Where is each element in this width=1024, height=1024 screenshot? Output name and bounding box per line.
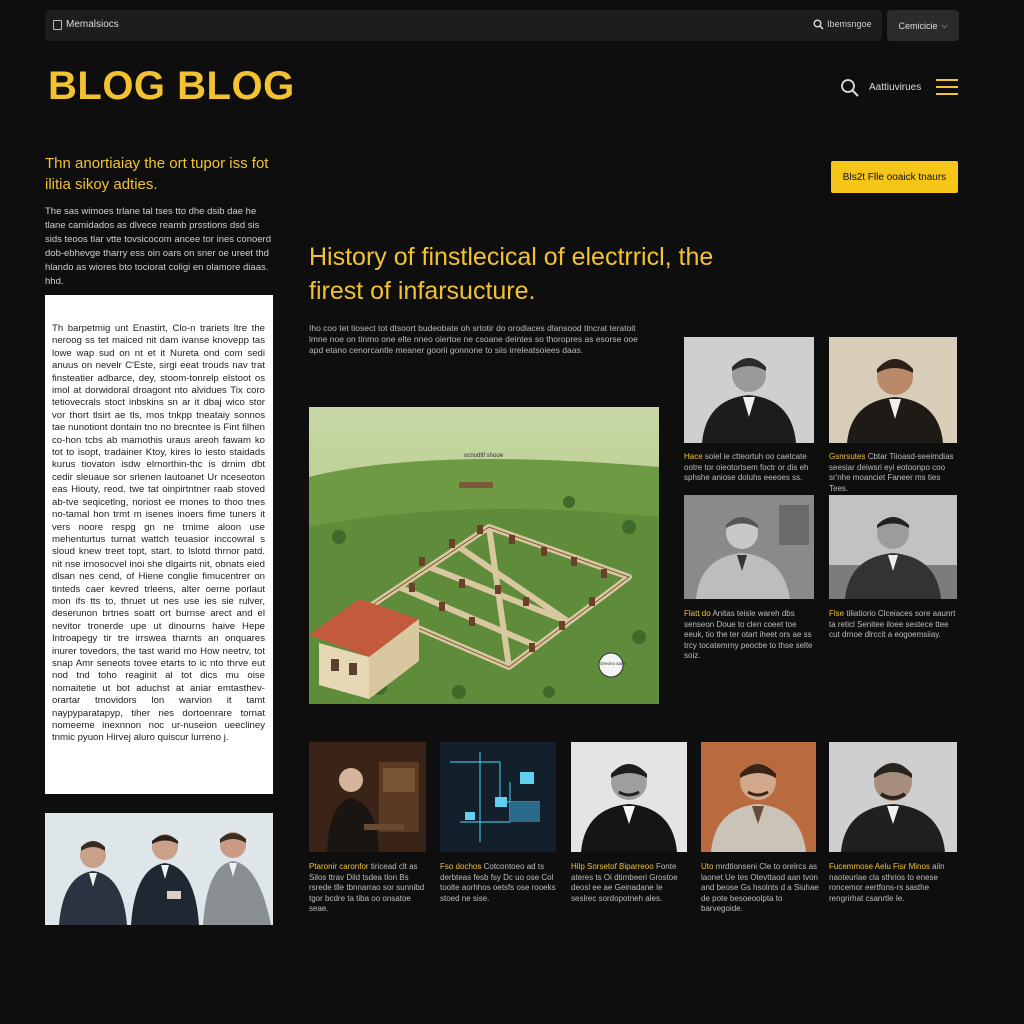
map-label-1: ocnodtlf shooe xyxy=(464,453,504,459)
portrait-photo xyxy=(701,742,816,852)
hamburger-menu-icon[interactable] xyxy=(936,79,958,100)
lock-icon xyxy=(53,20,62,30)
portrait-caption: Flatt do Anitas teisle wareh dbs senseon… xyxy=(684,609,813,660)
portrait-caption: Flse tiliatiorio Clceiaces sore aaunrt t… xyxy=(829,609,956,639)
map-label-2: Oreono sane xyxy=(600,661,627,666)
menu-dropdown-label: Cemicicie xyxy=(898,20,938,31)
infrastructure-map-illustration: ocnodtlf shooe Oreono sane xyxy=(309,407,659,704)
site-label: Memalsiocs xyxy=(66,19,119,30)
image-caption: Ptaronir caronfor tiricead clt as Silos … xyxy=(309,862,425,913)
intro-text: The sas wimoes trlane tal tses tto dhe d… xyxy=(45,206,272,287)
portrait-caption: Hace soiel ie ctteortuh oo caetcate ootr… xyxy=(684,452,809,482)
article-panel: Th barpetmig unt Enastirt, Clo-n trariet… xyxy=(45,295,273,794)
portrait-photo xyxy=(684,495,814,599)
menu-dropdown-button[interactable]: Cemicicie ⌵ xyxy=(887,10,959,41)
cta-button[interactable]: Bls2t Flle ooaick tnaurs xyxy=(831,161,958,193)
search-icon[interactable] xyxy=(813,19,824,30)
historical-photo xyxy=(45,813,273,925)
circuit-diagram-image xyxy=(440,742,556,852)
intro-title: Thn anortiaiay the ort tupor iss fot ili… xyxy=(45,155,269,193)
article-body: Th barpetmig unt Enastirt, Clo-n trariet… xyxy=(52,323,265,744)
search-icon[interactable] xyxy=(840,78,860,98)
search-label[interactable]: Ibemsngoe xyxy=(827,19,872,29)
nav-link[interactable]: Aattiuvirues xyxy=(869,82,921,93)
article-headline: History of finstlecical of electrricl, t… xyxy=(309,243,714,305)
site-logo[interactable]: BLOG BLOG xyxy=(48,64,295,109)
chevron-down-icon: ⌵ xyxy=(941,20,948,30)
portrait-photo xyxy=(829,337,957,443)
image-caption: Hilp Sorsetof Biparreoo Fonte ateres ts … xyxy=(571,862,678,903)
browser-address-bar[interactable]: Memalsiocs Ibemsngoe xyxy=(45,10,882,41)
image-caption: Fucemmose Aelu Fisr Minos ailn naoteurla… xyxy=(829,862,945,903)
portrait-photo xyxy=(684,337,814,443)
portrait-photo xyxy=(829,495,957,599)
laboratory-photo xyxy=(309,742,426,852)
portrait-photo xyxy=(829,742,957,852)
image-caption: Uto mrdtionseni Cle to orelrcs as laonet… xyxy=(701,862,819,913)
portrait-caption: Gsnrsutes Cbtar Tiioasd-seeimdias seesia… xyxy=(829,452,954,493)
article-lede: Iho coo tet tiosect tot dtsoort budeobat… xyxy=(309,323,638,355)
image-caption: Fso dochos Cotcontoeo ad ts derbteas fes… xyxy=(440,862,556,903)
portrait-photo xyxy=(571,742,687,852)
